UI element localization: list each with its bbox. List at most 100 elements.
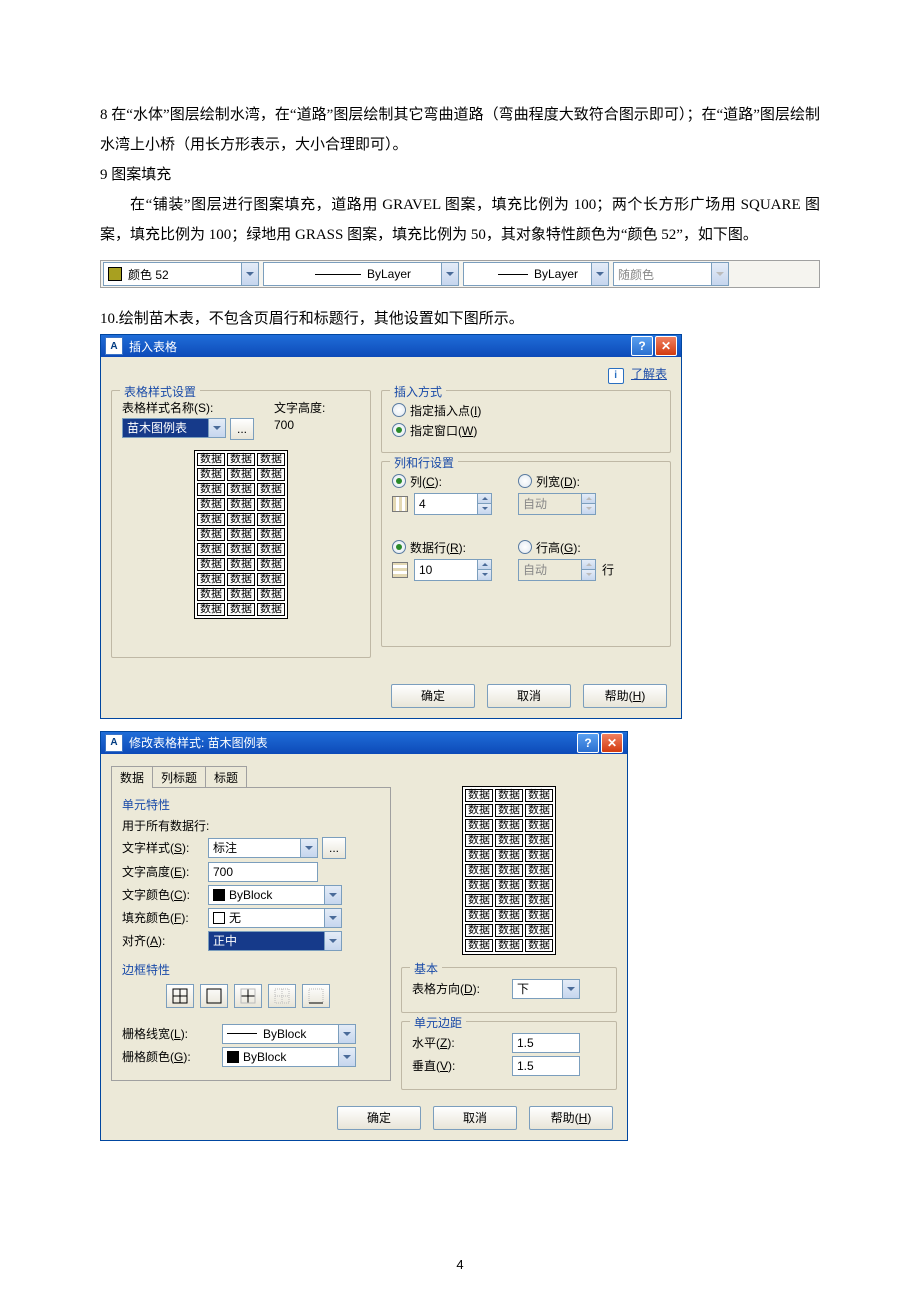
rowh-unit: 行 [602, 561, 614, 578]
line-sample-icon [315, 274, 361, 275]
border-inner-button[interactable] [234, 984, 262, 1008]
ok-button[interactable]: 确定 [391, 684, 475, 708]
learn-link[interactable]: 了解表 [631, 367, 667, 381]
swatch-icon [213, 912, 225, 924]
base-group: 基本 表格方向(D): 下 [401, 967, 617, 1013]
text-color-combo[interactable]: ByBlock [208, 885, 342, 905]
chevron-down-icon [241, 263, 258, 285]
colw-label: 列宽(D): [536, 473, 580, 490]
help-button[interactable]: ? [631, 336, 653, 356]
margin-v-input[interactable]: 1.5 [512, 1056, 580, 1076]
chevron-down-icon [338, 1025, 355, 1043]
button-row: 确定 取消 帮助(H) [101, 1098, 627, 1140]
page-number: 4 [0, 1257, 920, 1272]
color-dropdown[interactable]: 颜色 52 [103, 262, 259, 286]
properties-toolbar: 颜色 52 ByLayer ByLayer 随颜色 [100, 260, 820, 288]
color-value: 颜色 52 [128, 266, 169, 283]
radio-rowheight[interactable] [518, 540, 532, 554]
margin-group: 单元边距 水平(Z): 1.5 垂直(V): 1.5 [401, 1021, 617, 1090]
style-browse-button[interactable]: ... [230, 418, 254, 440]
group-title: 表格样式设置 [120, 383, 200, 400]
grid-lw-label: 栅格线宽(L): [122, 1025, 222, 1042]
table-style-group: 表格样式设置 表格样式名称(S): 苗木图例表 ... [111, 390, 371, 658]
radio-columns[interactable] [392, 474, 406, 488]
chevron-down-icon [324, 909, 341, 927]
group-title: 单元特性 [122, 796, 380, 813]
style-name-combo[interactable]: 苗木图例表 [122, 418, 226, 438]
border-outer-button[interactable] [200, 984, 228, 1008]
paragraph-8: 8 在“水体”图层绘制水湾，在“道路”图层绘制其它弯曲道路（弯曲程度大致符合图示… [100, 100, 820, 160]
plotstyle-dropdown: 随颜色 [613, 262, 729, 286]
cancel-button[interactable]: 取消 [487, 684, 571, 708]
text-height-value: 700 [274, 418, 325, 432]
text-color-label: 文字颜色(C): [122, 886, 208, 903]
rowh-spin: 自动 [518, 559, 596, 581]
table-preview: 数据数据数据数据数据数据数据数据数据数据数据数据数据数据数据数据数据数据数据数据… [462, 786, 556, 955]
chevron-down-icon [324, 932, 341, 950]
tab-title[interactable]: 标题 [205, 766, 247, 788]
close-button[interactable]: ✕ [655, 336, 677, 356]
lineweight-value: ByLayer [534, 267, 578, 281]
help-button[interactable]: 帮助(H) [529, 1106, 613, 1130]
help-button[interactable]: ? [577, 733, 599, 753]
table-preview: 数据数据数据数据数据数据数据数据数据数据数据数据数据数据数据数据数据数据数据数据… [194, 450, 288, 619]
chevron-down-icon [208, 419, 225, 437]
rows-spin[interactable]: 10 [414, 559, 492, 581]
radio-insert-window[interactable] [392, 423, 406, 437]
chevron-down-icon [324, 886, 341, 904]
border-props-group: 边框特性 栅格线宽(L): ByBlock [122, 961, 380, 1067]
chevron-down-icon [441, 263, 458, 285]
chevron-down-icon [562, 980, 579, 998]
margin-v-label: 垂直(V): [412, 1057, 512, 1074]
margin-h-label: 水平(Z): [412, 1034, 512, 1051]
style-name-label: 表格样式名称(S): [122, 399, 254, 416]
button-row: 确定 取消 帮助(H) [101, 676, 681, 718]
grid-lw-combo[interactable]: ByBlock [222, 1024, 356, 1044]
titlebar: A 修改表格样式: 苗木图例表 ? ✕ [101, 732, 627, 754]
text-style-browse[interactable]: ... [322, 837, 346, 859]
ok-button[interactable]: 确定 [337, 1106, 421, 1130]
linetype-dropdown[interactable]: ByLayer [263, 262, 459, 286]
fill-color-combo[interactable]: 无 [208, 908, 342, 928]
dialog-title: 修改表格样式: 苗木图例表 [129, 734, 575, 751]
close-button[interactable]: ✕ [601, 733, 623, 753]
text-style-combo[interactable]: 标注 [208, 838, 318, 858]
colw-spin: 自动 [518, 493, 596, 515]
cell-props-group: 单元特性 用于所有数据行: 文字样式(S): 标注 ... 文字高度(E): 7… [122, 796, 380, 951]
cols-spin[interactable]: 4 [414, 493, 492, 515]
apply-all-label: 用于所有数据行: [122, 817, 380, 834]
group-title: 列和行设置 [390, 454, 458, 471]
app-icon: A [105, 337, 123, 355]
linetype-value: ByLayer [367, 267, 411, 281]
border-none-button[interactable] [268, 984, 296, 1008]
cols-label: 列(C): [410, 473, 442, 490]
group-title: 边框特性 [122, 961, 380, 978]
align-label: 对齐(A): [122, 932, 208, 949]
tab-colheader[interactable]: 列标题 [152, 766, 206, 788]
tabs: 数据 列标题 标题 [111, 766, 391, 788]
fill-color-label: 填充颜色(F): [122, 909, 208, 926]
help-button[interactable]: 帮助(H) [583, 684, 667, 708]
cancel-button[interactable]: 取消 [433, 1106, 517, 1130]
align-combo[interactable]: 正中 [208, 931, 342, 951]
dir-combo[interactable]: 下 [512, 979, 580, 999]
border-bottom-button[interactable] [302, 984, 330, 1008]
paragraph-9-body: 在“铺装”图层进行图案填充，道路用 GRAVEL 图案，填充比例为 100；两个… [100, 190, 820, 250]
radio-rows[interactable] [392, 540, 406, 554]
rows-icon [392, 562, 408, 578]
app-icon: A [105, 734, 123, 752]
text-height-label: 文字高度(E): [122, 863, 208, 880]
group-title: 插入方式 [390, 383, 446, 400]
paragraph-9-title: 9 图案填充 [100, 160, 820, 190]
titlebar: A 插入表格 ? ✕ [101, 335, 681, 357]
lineweight-dropdown[interactable]: ByLayer [463, 262, 609, 286]
radio-colwidth[interactable] [518, 474, 532, 488]
grid-color-combo[interactable]: ByBlock [222, 1047, 356, 1067]
text-height-input[interactable]: 700 [208, 862, 318, 882]
radio-insert-point[interactable] [392, 403, 406, 417]
margin-h-input[interactable]: 1.5 [512, 1033, 580, 1053]
tab-data[interactable]: 数据 [111, 766, 153, 788]
border-all-button[interactable] [166, 984, 194, 1008]
info-icon: i [608, 368, 624, 384]
color-swatch-icon [108, 267, 122, 281]
